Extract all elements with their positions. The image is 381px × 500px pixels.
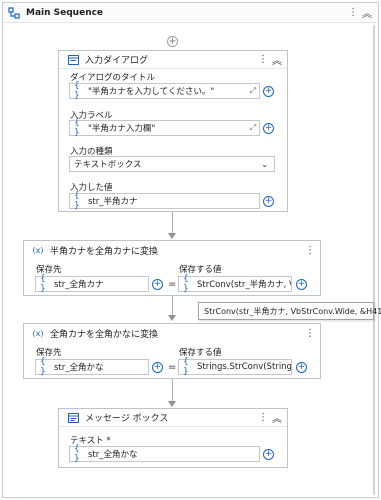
connector-line: [172, 212, 173, 234]
more-vertical-icon[interactable]: ⋮: [256, 53, 270, 67]
message-box-title: メッセージ ボックス: [85, 414, 169, 424]
collapse-icon[interactable]: ︽: [270, 411, 284, 425]
assign-1-value-value: StrConv(str_半角カナ, Vb: [197, 280, 291, 290]
message-text-value: str_全角かな: [88, 450, 138, 460]
sequence-title: Main Sequence: [26, 7, 104, 18]
plus-icon[interactable]: +: [263, 123, 274, 134]
equals-sign: =: [168, 279, 177, 290]
assign-1-to-field[interactable]: { } str_全角カナ: [35, 274, 149, 294]
collapse-icon[interactable]: ︽: [360, 6, 374, 20]
input-dialog-title: 入力ダイアログ: [85, 56, 149, 66]
entered-value-value: str_半角カナ: [88, 197, 138, 207]
input-label-value: "半角カナ入力欄": [88, 124, 156, 134]
expression-tooltip: StrConv(str_半角カナ, VbStrConv.Wide, &H411): [198, 302, 381, 320]
assign-1-value-field[interactable]: { } StrConv(str_半角カナ, Vb: [178, 274, 292, 294]
assign-1-header[interactable]: (x) 半角カナを全角カナに変換 ⋮: [24, 241, 320, 259]
more-vertical-icon[interactable]: ⋮: [303, 326, 317, 340]
plus-icon[interactable]: +: [263, 86, 274, 97]
input-type-value: テキストボックス: [74, 160, 142, 170]
scrollbar[interactable]: [373, 25, 375, 495]
plus-icon[interactable]: +: [263, 449, 274, 460]
connector-arrow: [168, 233, 176, 239]
add-activity-plus-icon[interactable]: +: [167, 36, 178, 47]
dialog-window-icon: [67, 54, 79, 66]
assign-variable-icon: (x): [32, 245, 44, 255]
sequence-header[interactable]: Main Sequence ⋮ ︽: [3, 3, 378, 23]
expression-icon: { }: [40, 357, 46, 377]
expression-icon: { }: [74, 191, 80, 211]
expression-icon: { }: [183, 274, 189, 294]
assign-1-title: 半角カナを全角カナに変換: [50, 246, 159, 257]
more-vertical-icon[interactable]: ⋮: [256, 411, 270, 425]
connector-arrow: [168, 401, 176, 407]
more-vertical-icon[interactable]: ⋮: [303, 243, 317, 257]
plus-icon[interactable]: +: [296, 279, 307, 290]
expression-icon: { }: [74, 81, 80, 101]
assign-2-to-field[interactable]: { } str_全角かな: [35, 357, 149, 377]
plus-icon[interactable]: +: [152, 362, 163, 373]
collapse-icon[interactable]: ︽: [270, 53, 284, 67]
connector-line: [172, 379, 173, 403]
equals-sign: =: [168, 362, 177, 373]
assign-2-title: 全角カナを全角かなに変換: [50, 329, 159, 340]
plus-icon[interactable]: +: [152, 279, 163, 290]
tooltip-text: StrConv(str_半角カナ, VbStrConv.Wide, &H411): [204, 306, 381, 316]
expand-editor-icon[interactable]: ⤢: [247, 123, 259, 133]
expand-editor-icon[interactable]: ⤢: [247, 86, 259, 96]
assign-1-to-value: str_全角カナ: [54, 280, 104, 290]
plus-icon[interactable]: +: [263, 196, 274, 207]
message-box-header[interactable]: メッセージ ボックス ⋮ ︽: [59, 409, 287, 427]
assign-variable-icon: (x): [32, 328, 44, 338]
more-vertical-icon[interactable]: ⋮: [346, 6, 360, 20]
expression-icon: { }: [40, 274, 46, 294]
assign-2-value-value: Strings.StrConv(Strings: [197, 362, 291, 372]
expression-icon: { }: [183, 357, 189, 377]
expression-icon: { }: [74, 444, 80, 464]
assign-2-value-field[interactable]: { } Strings.StrConv(Strings: [178, 357, 292, 377]
assign-2-header[interactable]: (x) 全角カナを全角かなに変換 ⋮: [24, 324, 320, 342]
message-box-icon: [67, 412, 79, 424]
input-label-field[interactable]: { } "半角カナ入力欄" ⤢: [69, 118, 260, 138]
dialog-title-value: "半角カナを入力してください。": [88, 87, 215, 97]
expression-icon: { }: [74, 118, 80, 138]
connector-line: [172, 296, 173, 316]
connector-arrow: [168, 315, 176, 321]
message-text-field[interactable]: { } str_全角かな: [69, 444, 260, 464]
sequence-icon: [8, 6, 20, 19]
dialog-title-field[interactable]: { } "半角カナを入力してください。" ⤢: [69, 81, 260, 101]
plus-icon[interactable]: +: [296, 362, 307, 373]
chevron-down-icon: ⌄: [261, 159, 268, 169]
input-type-select[interactable]: テキストボックス ⌄: [69, 156, 275, 172]
input-dialog-header[interactable]: 入力ダイアログ ⋮ ︽: [59, 51, 287, 69]
assign-2-to-value: str_全角かな: [54, 363, 104, 373]
entered-value-field[interactable]: { } str_半角カナ: [69, 191, 260, 211]
